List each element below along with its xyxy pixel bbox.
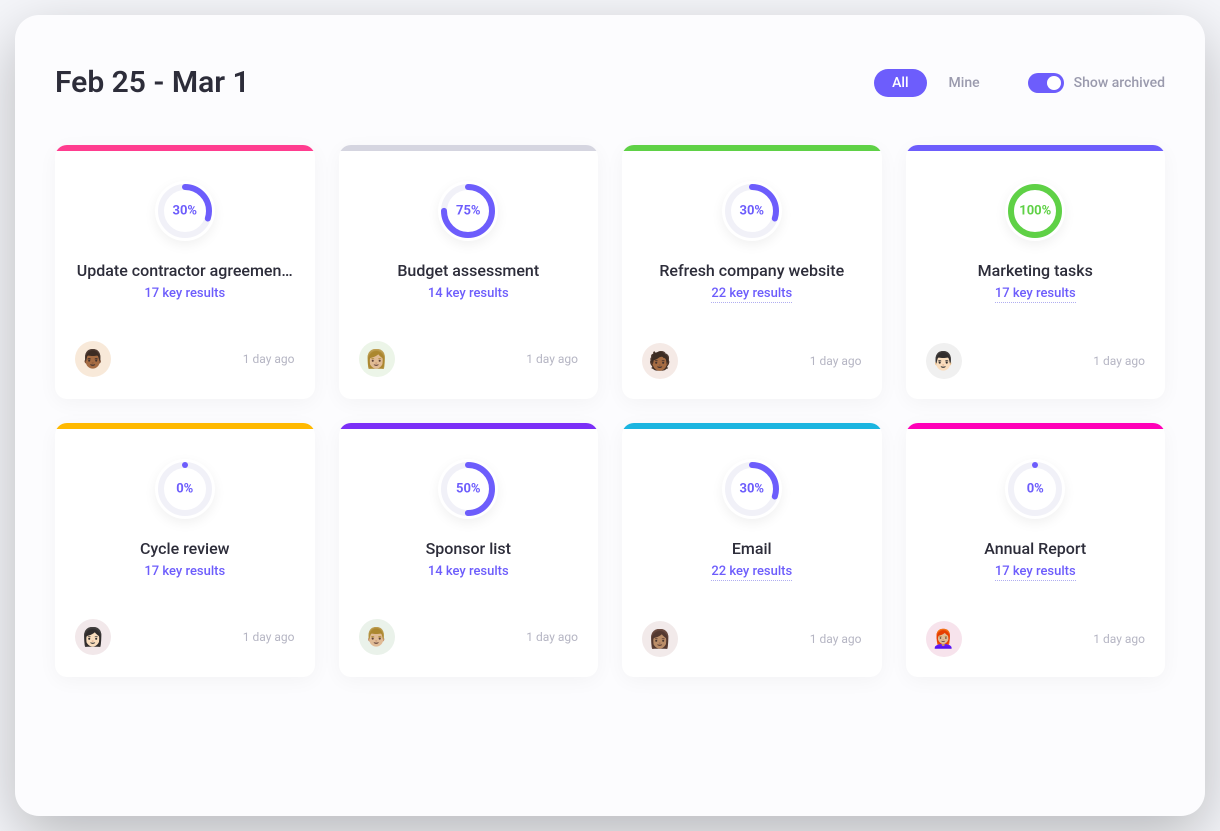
card-title: Marketing tasks (978, 261, 1093, 280)
progress-ring: 100% (1005, 181, 1065, 241)
card-title: Budget assessment (397, 261, 539, 280)
objective-card[interactable]: 30% Update contractor agreemen… 17 key r… (55, 145, 315, 399)
card-title: Email (732, 539, 772, 558)
objective-card[interactable]: 50% Sponsor list 14 key results 👨🏼 1 day… (339, 423, 599, 677)
archived-toggle-label: Show archived (1074, 75, 1165, 91)
key-results-link[interactable]: 22 key results (711, 564, 792, 581)
progress-percent: 75% (456, 204, 481, 219)
progress-percent: 30% (172, 204, 197, 219)
avatar[interactable]: 👩🏽 (642, 621, 678, 657)
progress-ring: 75% (438, 181, 498, 241)
objective-card[interactable]: 0% Cycle review 17 key results 👩🏻 1 day … (55, 423, 315, 677)
objective-card[interactable]: 30% Email 22 key results 👩🏽 1 day ago (622, 423, 882, 677)
progress-ring: 50% (438, 459, 498, 519)
progress-percent: 50% (456, 482, 481, 497)
card-footer: 👨🏻 1 day ago (906, 343, 1166, 399)
key-results-link[interactable]: 22 key results (711, 286, 792, 303)
card-footer: 👩🏻 1 day ago (55, 619, 315, 675)
date-range: Feb 25 - Mar 1 (55, 65, 250, 100)
card-footer: 👩🏽 1 day ago (622, 621, 882, 677)
card-footer: 🧑🏾 1 day ago (622, 343, 882, 399)
timestamp: 1 day ago (1093, 632, 1145, 646)
key-results-link[interactable]: 17 key results (144, 564, 225, 579)
key-results-link[interactable]: 14 key results (428, 286, 509, 301)
card-body: 100% Marketing tasks 17 key results (906, 151, 1166, 319)
avatar[interactable]: 👨🏼 (359, 619, 395, 655)
progress-percent: 100% (1019, 204, 1051, 219)
progress-ring: 0% (1005, 459, 1065, 519)
card-footer: 👨🏾 1 day ago (55, 341, 315, 397)
archived-toggle[interactable] (1028, 73, 1064, 93)
card-title: Annual Report (984, 539, 1086, 558)
main-panel: Feb 25 - Mar 1 All Mine Show archived 30… (15, 15, 1205, 816)
progress-ring: 30% (722, 181, 782, 241)
card-body: 75% Budget assessment 14 key results (339, 151, 599, 317)
filter-pills: All Mine (874, 69, 998, 97)
header: Feb 25 - Mar 1 All Mine Show archived (55, 65, 1165, 100)
progress-percent: 30% (739, 482, 764, 497)
timestamp: 1 day ago (810, 354, 862, 368)
avatar[interactable]: 👩🏻 (75, 619, 111, 655)
card-title: Cycle review (140, 539, 230, 558)
key-results-link[interactable]: 14 key results (428, 564, 509, 579)
objective-card[interactable]: 75% Budget assessment 14 key results 👩🏼 … (339, 145, 599, 399)
avatar[interactable]: 👩🏼 (359, 341, 395, 377)
card-body: 30% Refresh company website 22 key resul… (622, 151, 882, 319)
avatar[interactable]: 👩🏼‍🦰 (926, 621, 962, 657)
card-footer: 👨🏼 1 day ago (339, 619, 599, 675)
card-title: Sponsor list (426, 539, 511, 558)
progress-percent: 0% (176, 482, 193, 497)
filter-mine-button[interactable]: Mine (931, 69, 998, 97)
timestamp: 1 day ago (526, 630, 578, 644)
cards-grid: 30% Update contractor agreemen… 17 key r… (55, 145, 1165, 677)
progress-ring: 30% (155, 181, 215, 241)
key-results-link[interactable]: 17 key results (144, 286, 225, 301)
card-body: 0% Annual Report 17 key results (906, 429, 1166, 597)
key-results-link[interactable]: 17 key results (995, 286, 1076, 303)
timestamp: 1 day ago (810, 632, 862, 646)
timestamp: 1 day ago (1093, 354, 1145, 368)
timestamp: 1 day ago (243, 352, 295, 366)
key-results-link[interactable]: 17 key results (995, 564, 1076, 581)
filter-all-button[interactable]: All (874, 69, 926, 97)
header-controls: All Mine Show archived (874, 69, 1165, 97)
card-title: Update contractor agreemen… (77, 261, 293, 280)
timestamp: 1 day ago (243, 630, 295, 644)
card-body: 0% Cycle review 17 key results (55, 429, 315, 595)
progress-ring: 30% (722, 459, 782, 519)
progress-percent: 30% (739, 204, 764, 219)
avatar[interactable]: 👨🏻 (926, 343, 962, 379)
avatar[interactable]: 🧑🏾 (642, 343, 678, 379)
timestamp: 1 day ago (526, 352, 578, 366)
avatar[interactable]: 👨🏾 (75, 341, 111, 377)
card-title: Refresh company website (659, 261, 844, 280)
objective-card[interactable]: 0% Annual Report 17 key results 👩🏼‍🦰 1 d… (906, 423, 1166, 677)
card-body: 50% Sponsor list 14 key results (339, 429, 599, 595)
card-footer: 👩🏼‍🦰 1 day ago (906, 621, 1166, 677)
objective-card[interactable]: 100% Marketing tasks 17 key results 👨🏻 1… (906, 145, 1166, 399)
archived-toggle-group: Show archived (1028, 73, 1165, 93)
objective-card[interactable]: 30% Refresh company website 22 key resul… (622, 145, 882, 399)
card-footer: 👩🏼 1 day ago (339, 341, 599, 397)
card-body: 30% Update contractor agreemen… 17 key r… (55, 151, 315, 317)
card-body: 30% Email 22 key results (622, 429, 882, 597)
progress-ring: 0% (155, 459, 215, 519)
progress-percent: 0% (1027, 482, 1044, 497)
